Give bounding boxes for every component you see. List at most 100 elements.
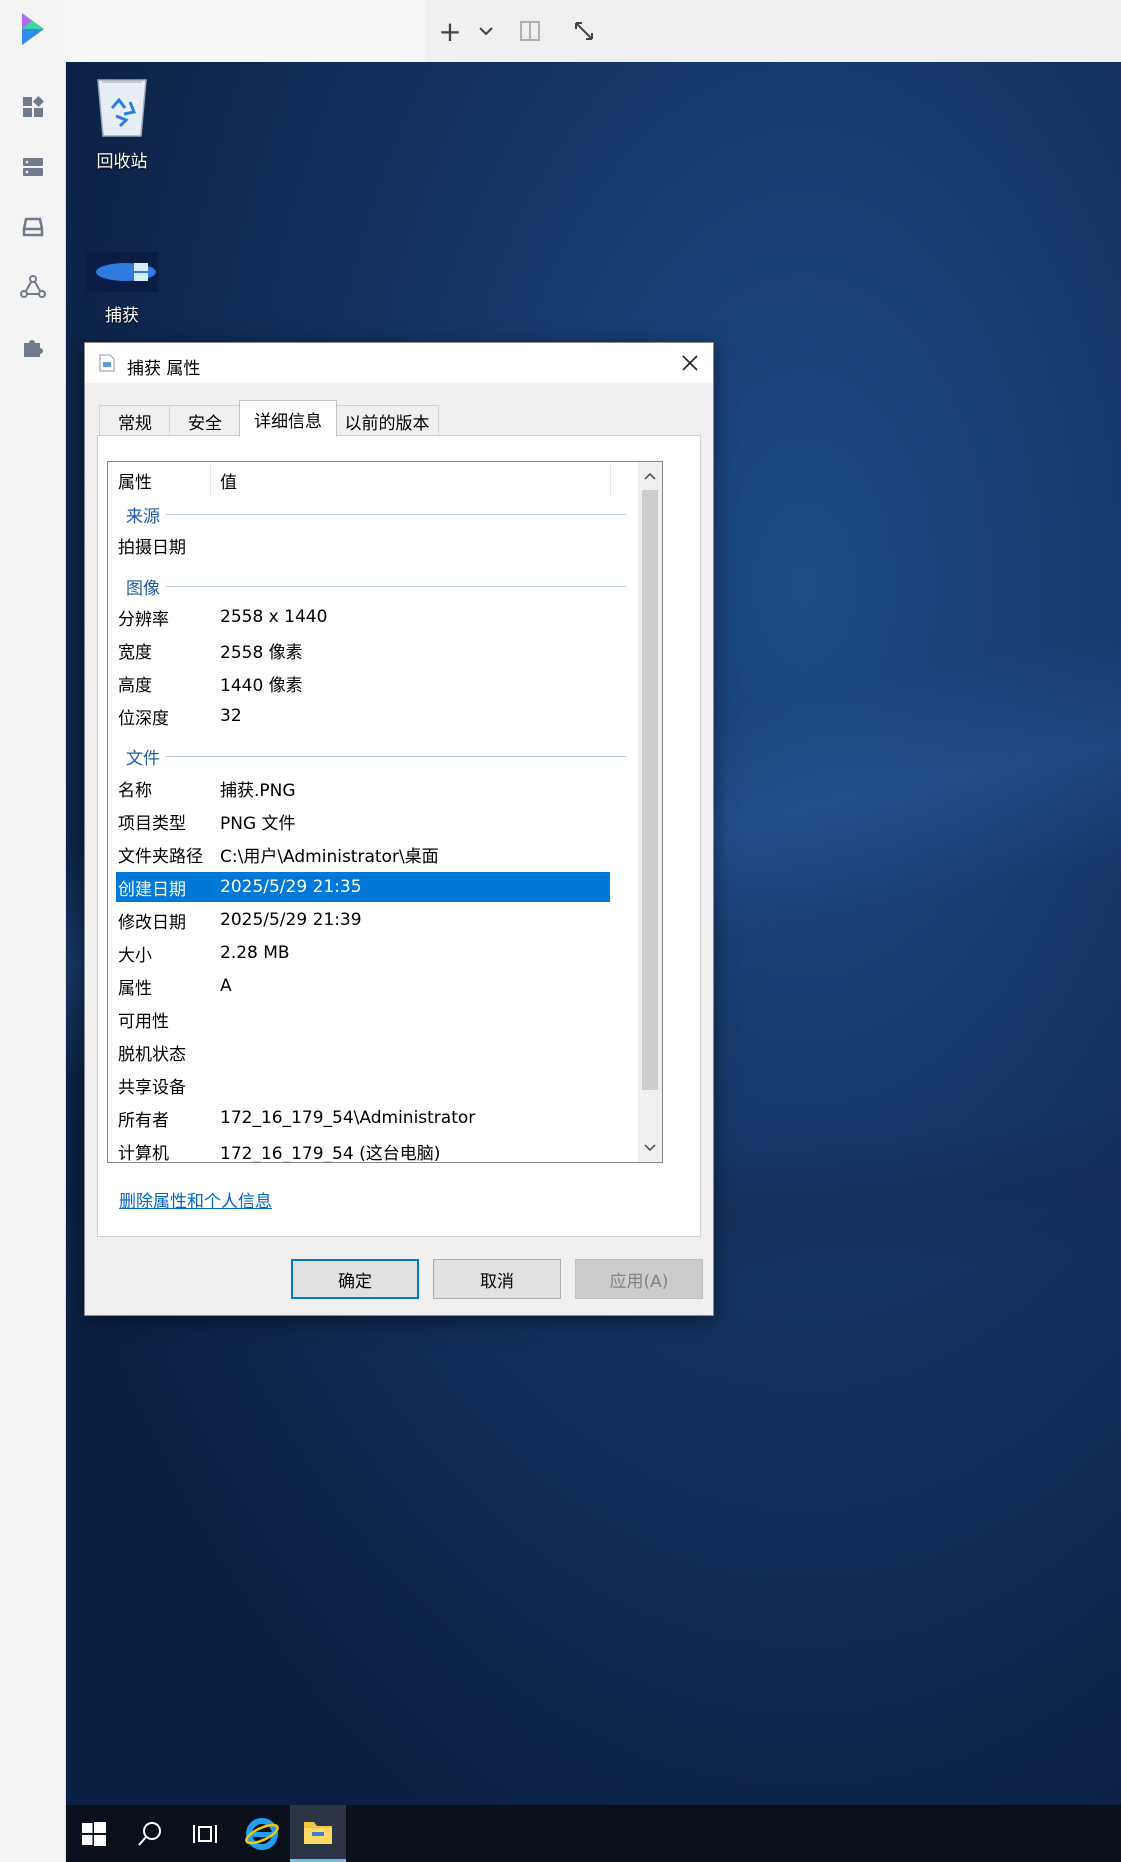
start-button[interactable] <box>66 1805 122 1862</box>
image-file-icon <box>86 252 158 292</box>
list-item[interactable]: 拍摄日期 <box>116 530 610 560</box>
dialog-titlebar[interactable]: 捕获 属性 <box>85 343 713 383</box>
scroll-up-icon[interactable] <box>638 464 662 488</box>
scrollbar-thumb[interactable] <box>642 490 658 1090</box>
property-name: 名称 <box>118 780 152 801</box>
desktop-icon-recycle-bin[interactable]: 回收站 <box>72 72 172 172</box>
tab-security[interactable]: 安全 <box>169 405 241 436</box>
property-value: 2558 像素 <box>220 642 303 663</box>
server-icon[interactable] <box>16 150 50 184</box>
group-label: 文件 <box>126 748 160 769</box>
list-item[interactable]: 文件夹路径 C:\用户\Administrator\桌面 <box>116 839 610 869</box>
list-item[interactable]: 修改日期 2025/5/29 21:39 <box>116 905 610 935</box>
list-item[interactable]: 高度 1440 像素 <box>116 668 610 698</box>
tab-general[interactable]: 常规 <box>99 405 171 436</box>
network-icon[interactable] <box>16 270 50 304</box>
group-label: 来源 <box>126 506 160 527</box>
list-item[interactable]: 脱机状态 <box>116 1037 610 1067</box>
button-label: 取消 <box>480 1271 514 1292</box>
property-name: 大小 <box>118 945 152 966</box>
property-value: 172_16_179_54\Administrator <box>220 1108 476 1128</box>
list-item[interactable]: 名称 捕获.PNG <box>116 773 610 803</box>
property-name: 计算机 <box>118 1143 169 1163</box>
dashboard-icon[interactable] <box>16 90 50 124</box>
file-explorer-icon <box>304 1822 332 1844</box>
list-item[interactable]: 宽度 2558 像素 <box>116 635 610 665</box>
tab-label: 常规 <box>118 413 152 434</box>
group-rule <box>166 513 626 515</box>
desktop-icon-label: 回收站 <box>96 152 148 172</box>
properties-dialog: 捕获 属性 常规 安全 详细信息 以前的版本 属性 值 来源 拍摄日期 图像 分… <box>84 342 714 1316</box>
host-sidebar <box>0 0 66 1862</box>
group-label: 图像 <box>126 578 160 599</box>
list-item[interactable]: 位深度 32 <box>116 701 610 731</box>
search-icon <box>138 1821 161 1846</box>
search-button[interactable] <box>122 1805 178 1862</box>
property-name: 文件夹路径 <box>118 846 203 867</box>
list-item[interactable]: 所有者 172_16_179_54\Administrator <box>116 1103 610 1133</box>
button-label: 应用(A) <box>609 1271 669 1292</box>
button-label: 确定 <box>338 1271 372 1292</box>
close-button[interactable] <box>667 343 713 383</box>
property-name: 属性 <box>118 978 152 999</box>
property-value: A <box>220 976 232 996</box>
recycle-bin-icon <box>97 79 147 137</box>
property-name: 高度 <box>118 675 152 696</box>
tab-label: 以前的版本 <box>344 413 430 434</box>
taskbar <box>66 1805 1121 1862</box>
property-name: 拍摄日期 <box>118 537 186 558</box>
split-view-icon[interactable] <box>513 14 547 48</box>
tab-label: 详细信息 <box>254 411 322 432</box>
ok-button[interactable]: 确定 <box>291 1259 419 1299</box>
property-name: 分辨率 <box>118 609 169 630</box>
property-name: 共享设备 <box>118 1077 186 1098</box>
property-name: 位深度 <box>118 708 169 729</box>
property-value: 172_16_179_54 (这台电脑) <box>220 1143 441 1163</box>
group-header-source: 来源 <box>126 500 626 528</box>
property-value: 2025/5/29 21:35 <box>220 877 362 897</box>
group-header-file: 文件 <box>126 742 626 770</box>
property-value: 32 <box>220 706 242 726</box>
scroll-down-icon[interactable] <box>638 1136 662 1160</box>
windows-start-icon <box>82 1821 106 1846</box>
list-item[interactable]: 共享设备 <box>116 1070 610 1100</box>
list-item[interactable]: 分辨率 2558 x 1440 <box>116 602 610 632</box>
column-divider[interactable] <box>210 464 211 496</box>
list-item[interactable]: 项目类型 PNG 文件 <box>116 806 610 836</box>
vertical-scrollbar[interactable] <box>638 462 662 1162</box>
list-item[interactable]: 计算机 172_16_179_54 (这台电脑) <box>116 1136 610 1163</box>
tab-details[interactable]: 详细信息 <box>239 400 337 437</box>
add-tab-button[interactable]: + <box>433 14 467 48</box>
tab-label: 安全 <box>188 413 222 434</box>
desktop-icon-label: 捕获 <box>105 306 139 326</box>
drive-icon[interactable] <box>16 210 50 244</box>
column-header-property[interactable]: 属性 <box>118 462 208 498</box>
property-value: 2558 x 1440 <box>220 607 328 627</box>
toolbar-spacer <box>65 0 425 62</box>
host-toolbar: + <box>65 0 1121 62</box>
list-item[interactable]: 可用性 <box>116 1004 610 1034</box>
list-item-selected[interactable]: 创建日期 2025/5/29 21:35 <box>116 872 610 902</box>
tab-previous-versions[interactable]: 以前的版本 <box>335 405 439 436</box>
details-list[interactable]: 属性 值 来源 拍摄日期 图像 分辨率 2558 x 1440 宽度 2558 像素… <box>107 461 663 1163</box>
chevron-down-icon[interactable] <box>469 14 503 48</box>
property-value: 2025/5/29 21:39 <box>220 910 362 930</box>
desktop-icon-capture[interactable]: 捕获 <box>72 252 172 326</box>
internet-explorer-button[interactable] <box>234 1805 290 1862</box>
list-item[interactable]: 大小 2.28 MB <box>116 938 610 968</box>
fullscreen-icon[interactable] <box>567 14 601 48</box>
apply-button[interactable]: 应用(A) <box>575 1259 703 1299</box>
file-explorer-button[interactable] <box>290 1805 346 1862</box>
add-label: + <box>438 14 462 48</box>
task-view-button[interactable] <box>178 1805 234 1862</box>
cancel-button[interactable]: 取消 <box>433 1259 561 1299</box>
remote-desktop: 回收站 捕获 捕获 属性 常规 安全 详细信息 以前的版本 属性 值 来源 拍摄… <box>66 62 1121 1805</box>
group-rule <box>166 585 626 587</box>
internet-explorer-icon <box>245 1817 279 1850</box>
list-item[interactable]: 属性 A <box>116 971 610 1001</box>
plugin-icon[interactable] <box>16 330 50 364</box>
property-name: 可用性 <box>118 1011 169 1032</box>
column-divider[interactable] <box>610 464 611 496</box>
remove-properties-link[interactable]: 删除属性和个人信息 <box>119 1187 272 1212</box>
column-header-value[interactable]: 值 <box>220 462 520 498</box>
